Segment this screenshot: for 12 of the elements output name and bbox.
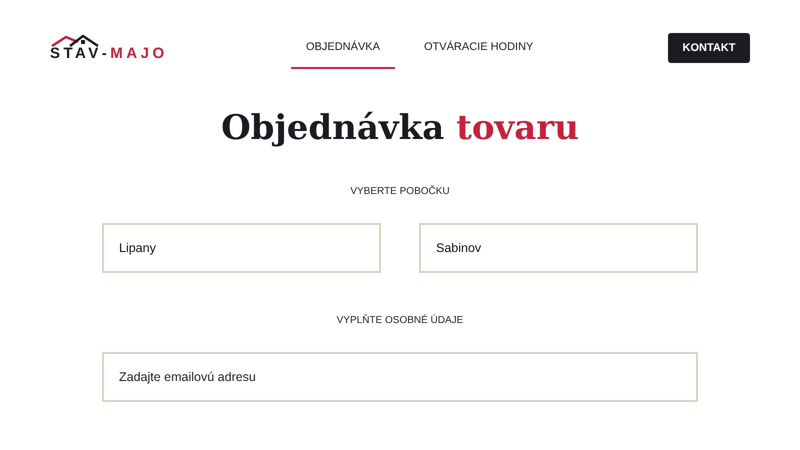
branch-option[interactable]: Sabinov [419,223,698,273]
email-field[interactable]: Zadajte emailovú adresu [102,352,698,402]
contact-button[interactable]: KONTAKT [668,33,750,63]
logo-text: STAV [50,45,102,62]
branch-option[interactable]: Lipany [102,223,381,273]
logo-dash: - [102,45,110,62]
nav-tab[interactable]: OBJEDNÁVKA [291,27,395,69]
nav-tab[interactable]: OTVÁRACIE HODINY [408,27,548,69]
logo-text: MAJO [110,45,168,62]
page-title: Objednávka tovaru [220,108,580,148]
section-label: VYBERTE POBOČKU [349,186,451,197]
section-label: VYPLŇTE OSOBNÉ ÚDAJE [336,315,464,326]
